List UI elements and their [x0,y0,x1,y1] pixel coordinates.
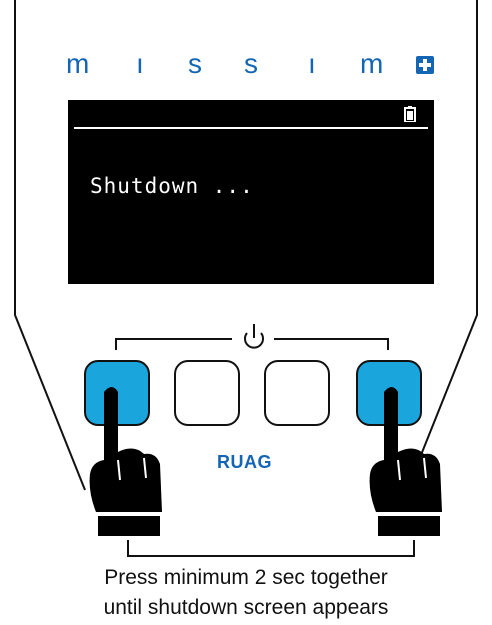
brand-letter-i2: ı [308,48,316,79]
ruag-logo: RUAG [217,452,272,472]
medical-plus-icon [416,56,434,74]
battery-icon [404,106,416,122]
brand-letter-s2: s [244,48,258,79]
device-button-3[interactable] [264,360,330,426]
pointing-hand-icon-right [369,387,442,536]
power-icon [244,324,264,349]
device-button-2[interactable] [174,360,240,426]
caption-line-1: Press minimum 2 sec together [104,566,388,589]
brand-letter-m2: m [360,48,384,79]
display-screen: Shutdown ... [68,100,434,284]
brand-letter-m1: m [66,48,90,79]
screen-divider [74,127,428,129]
caption-line-2: until shutdown screen appears [103,596,389,619]
brand-letter-s1: s [188,48,202,79]
device-illustration: m ı s s ı m Shutdown ... RUAG Press mini… [0,0,492,625]
pointing-hand-icon [89,387,162,536]
brand-letter-i1: ı [136,48,144,79]
screen-message: Shutdown ... [90,174,254,198]
